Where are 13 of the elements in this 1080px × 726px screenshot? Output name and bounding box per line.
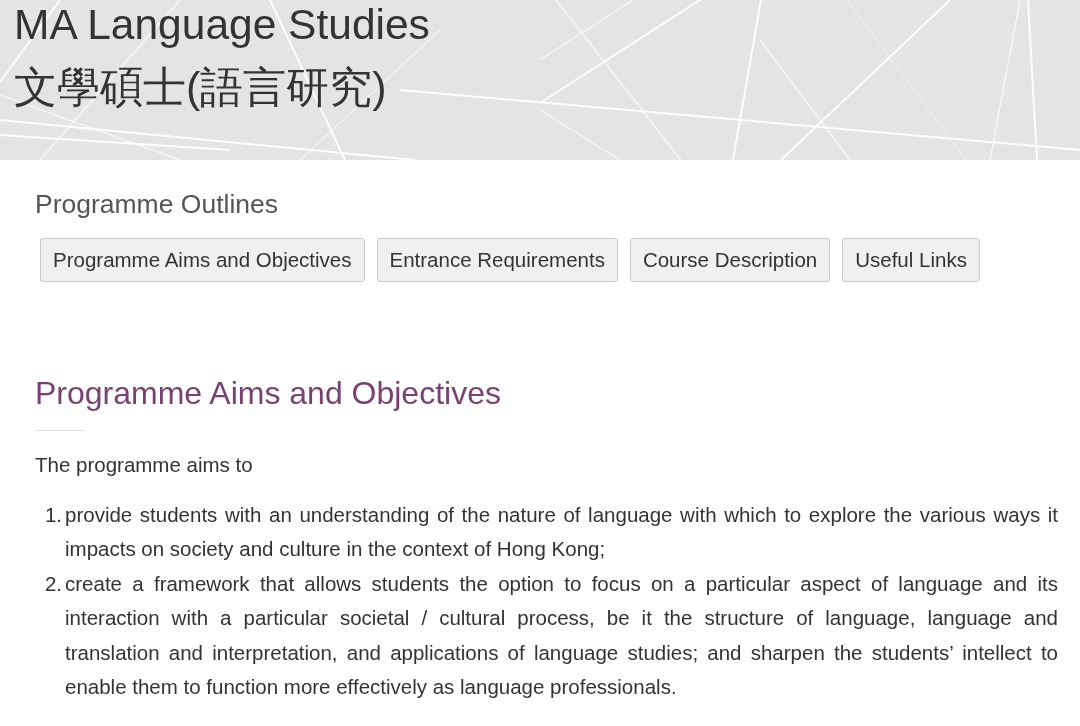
list-item-text: provide students with an understanding of the nature of language with which to explore the various ways it impacts on society and culture in the context of Hong Kong;: [65, 502, 1058, 563]
outline-button[interactable]: Programme Aims and Objectives: [40, 238, 365, 282]
outline-button[interactable]: Course Description: [629, 238, 831, 282]
page-subtitle: 文學碩士(語言研究): [14, 62, 387, 112]
outline-heading: Programme Outlines: [35, 189, 278, 219]
intro-text: The programme aims to: [35, 453, 253, 477]
page-title: MA Language Studies: [14, 0, 430, 50]
section-title: Programme Aims and Objectives: [35, 374, 501, 413]
list-number: 2.: [43, 570, 63, 597]
outline-button[interactable]: Entrance Requirements: [376, 238, 618, 282]
list-number: 1.: [43, 502, 63, 528]
list-item-text: create a framework that allows students the option to focus on a particular aspect of language and its interaction with a particular societal / cultural process, be it the structure of language, language and translation and interpretation, and applications of language studies; and sharpen the students’ intellect to enable them to function more effectively as language professionals.: [65, 570, 1058, 701]
outline-button[interactable]: Useful Links: [842, 238, 980, 282]
